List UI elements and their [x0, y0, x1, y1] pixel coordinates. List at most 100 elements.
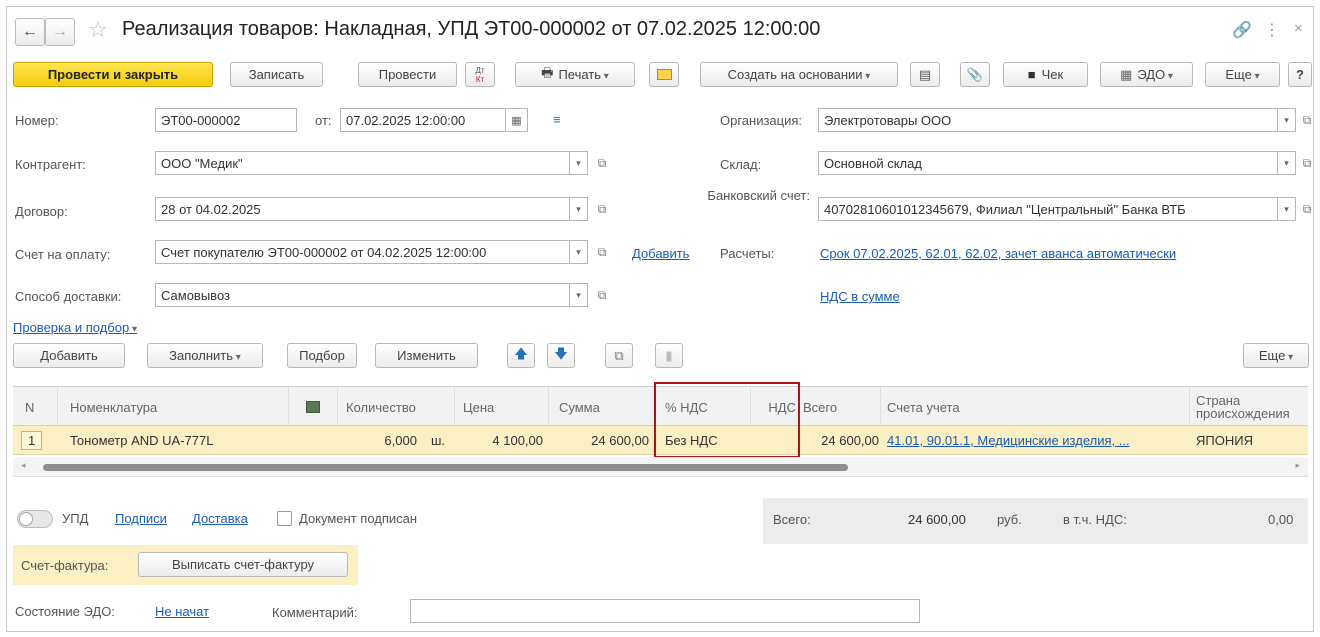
- col-total[interactable]: Всего: [799, 387, 881, 427]
- dt-kt-button[interactable]: Дт Кт: [465, 62, 495, 87]
- attachment-button[interactable]: 📎: [960, 62, 990, 87]
- scroll-right-icon[interactable]: ▸: [1295, 460, 1300, 471]
- paste-icon: ▮: [665, 347, 673, 363]
- check-and-pick-link[interactable]: Проверка и подбор: [13, 320, 137, 335]
- total-label: Всего:: [773, 512, 811, 527]
- bank-account-dropdown[interactable]: ▾: [1278, 197, 1296, 221]
- receipt-label: Чек: [1041, 67, 1064, 82]
- print-button[interactable]: 🖶 Печать: [515, 62, 635, 87]
- move-down-button[interactable]: 🡇: [547, 343, 575, 368]
- quantity-value: 6,000: [384, 433, 417, 448]
- settlements-link[interactable]: Срок 07.02.2025, 62.01, 62.02, зачет ава…: [820, 246, 1176, 261]
- scroll-left-icon[interactable]: ◂: [21, 460, 26, 471]
- organization-field[interactable]: Электротовары ООО: [818, 108, 1278, 132]
- delivery-method-dropdown[interactable]: ▾: [570, 283, 588, 307]
- save-button[interactable]: Записать: [230, 62, 323, 87]
- date-field[interactable]: 07.02.2025 12:00:00: [340, 108, 506, 132]
- table-add-button[interactable]: Добавить: [13, 343, 125, 368]
- pick-button[interactable]: Подбор: [287, 343, 357, 368]
- total-value: 24 600,00: [908, 512, 966, 527]
- cell-price[interactable]: 4 100,00: [455, 426, 549, 455]
- edo-button[interactable]: ▦ ЭДО: [1100, 62, 1193, 87]
- warehouse-dropdown[interactable]: ▾: [1278, 151, 1296, 175]
- invoice-panel: Счет-фактура: Выписать счет-фактуру: [13, 545, 358, 585]
- invoice-panel-label: Счет-фактура:: [21, 558, 109, 573]
- signatures-link[interactable]: Подписи: [115, 511, 167, 526]
- cell-sum[interactable]: 24 600,00: [549, 426, 655, 455]
- currency-label: руб.: [997, 512, 1022, 527]
- table-more-button[interactable]: Еще: [1243, 343, 1309, 368]
- contract-open-icon[interactable]: ⧉: [592, 197, 612, 221]
- counterparty-field[interactable]: ООО "Медик": [155, 151, 570, 175]
- delivery-method-field[interactable]: Самовывоз: [155, 283, 570, 307]
- issue-invoice-button[interactable]: Выписать счет-фактуру: [138, 552, 348, 577]
- invoice-field[interactable]: Счет покупателю ЭТ00-000002 от 04.02.202…: [155, 240, 570, 264]
- change-button[interactable]: Изменить: [375, 343, 478, 368]
- vat-in-sum-link[interactable]: НДС в сумме: [820, 289, 900, 304]
- upd-toggle[interactable]: [17, 510, 53, 528]
- warehouse-label: Склад:: [720, 157, 762, 172]
- delivery-method-open-icon[interactable]: ⧉: [592, 283, 612, 307]
- dt-label: Дт: [475, 65, 485, 75]
- forward-button[interactable]: →: [45, 18, 75, 46]
- col-price[interactable]: Цена: [455, 387, 549, 427]
- more-button[interactable]: Еще: [1205, 62, 1280, 87]
- document-signed-checkbox[interactable]: [277, 511, 292, 526]
- bank-account-field[interactable]: 40702810601012345679, Филиал "Центральны…: [818, 197, 1278, 221]
- col-nomenclature[interactable]: Номенклатура: [58, 387, 289, 427]
- counterparty-open-icon[interactable]: ⧉: [592, 151, 612, 175]
- post-button[interactable]: Провести: [358, 62, 457, 87]
- counterparty-dropdown[interactable]: ▾: [570, 151, 588, 175]
- warehouse-field[interactable]: Основной склад: [818, 151, 1278, 175]
- email-button[interactable]: [649, 62, 679, 87]
- accounts-link[interactable]: 41.01, 90.01.1, Медицинские изделия, ...: [887, 433, 1130, 448]
- number-field[interactable]: ЭТ00-000002: [155, 108, 297, 132]
- delivery-link[interactable]: Доставка: [192, 511, 248, 526]
- close-icon[interactable]: ×: [1294, 20, 1303, 37]
- structure-button[interactable]: ▤: [910, 62, 940, 87]
- paste-row-button[interactable]: ▮: [655, 343, 683, 368]
- star-icon[interactable]: ☆: [88, 17, 108, 43]
- invoice-dropdown[interactable]: ▾: [570, 240, 588, 264]
- contract-dropdown[interactable]: ▾: [570, 197, 588, 221]
- contract-field[interactable]: 28 от 04.02.2025: [155, 197, 570, 221]
- receipt-button[interactable]: ■ Чек: [1003, 62, 1088, 87]
- horizontal-scrollbar[interactable]: ◂ ▸: [13, 457, 1308, 477]
- comment-field[interactable]: [410, 599, 920, 623]
- cell-nomenclature[interactable]: Тонометр AND UA-777L: [58, 426, 289, 455]
- help-button[interactable]: ?: [1288, 62, 1312, 87]
- col-accounts[interactable]: Счета учета: [881, 387, 1190, 427]
- col-sum[interactable]: Сумма: [549, 387, 655, 427]
- more-label: Еще: [1225, 67, 1259, 82]
- link-icon[interactable]: 🔗: [1232, 20, 1252, 40]
- menu-dots-icon[interactable]: ⋮: [1264, 20, 1280, 40]
- col-country[interactable]: Страна происхождения: [1190, 387, 1308, 427]
- row-number: 1: [21, 431, 43, 450]
- fill-button[interactable]: Заполнить: [147, 343, 263, 368]
- calendar-button[interactable]: ▦: [506, 108, 528, 132]
- organization-open-icon[interactable]: ⧉: [1297, 108, 1317, 132]
- col-quantity[interactable]: Количество: [338, 387, 455, 427]
- copy-row-button[interactable]: ⧉: [605, 343, 633, 368]
- back-button[interactable]: ←: [15, 18, 45, 46]
- scrollbar-thumb[interactable]: [43, 464, 848, 471]
- bank-account-open-icon[interactable]: ⧉: [1297, 197, 1317, 221]
- create-based-on-button[interactable]: Создать на основании: [700, 62, 898, 87]
- organization-label: Организация:: [720, 113, 803, 128]
- cell-total[interactable]: 24 600,00: [799, 426, 881, 455]
- list-icon[interactable]: ≡: [553, 112, 561, 127]
- col-marking-icon[interactable]: [289, 387, 338, 427]
- warehouse-open-icon[interactable]: ⧉: [1297, 151, 1317, 175]
- add-invoice-link[interactable]: Добавить: [632, 246, 689, 261]
- move-up-button[interactable]: 🡅: [507, 343, 535, 368]
- cell-accounts[interactable]: 41.01, 90.01.1, Медицинские изделия, ...: [881, 426, 1190, 455]
- organization-dropdown[interactable]: ▾: [1278, 108, 1296, 132]
- post-and-close-button[interactable]: Провести и закрыть: [13, 62, 213, 87]
- edo-state-link[interactable]: Не начат: [155, 604, 209, 619]
- cell-quantity[interactable]: 6,000 ш.: [338, 426, 455, 455]
- cell-country[interactable]: ЯПОНИЯ: [1190, 426, 1308, 455]
- comment-label: Комментарий:: [272, 605, 358, 620]
- delivery-method-label: Способ доставки:: [15, 289, 122, 304]
- col-n[interactable]: N: [13, 387, 58, 427]
- invoice-open-icon[interactable]: ⧉: [592, 240, 612, 264]
